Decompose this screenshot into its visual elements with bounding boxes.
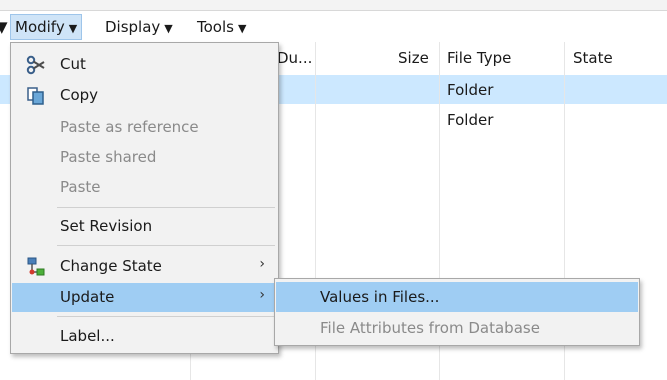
column-header-file-type[interactable]: File Type (447, 49, 511, 67)
window-top-edge (0, 0, 667, 11)
column-header-state[interactable]: State (573, 49, 613, 67)
scissors-icon (26, 55, 45, 75)
menu-item-set-revision[interactable]: Set Revision (12, 212, 277, 241)
submenu-item-values-in-files-label: Values in Files... (320, 288, 440, 306)
menu-modify[interactable]: Modify ▼ (10, 14, 83, 40)
menu-item-paste-as-reference-label: Paste as reference (60, 118, 199, 136)
menu-item-copy[interactable]: Copy (12, 81, 277, 110)
submenu-item-values-in-files[interactable]: Values in Files... (276, 282, 638, 312)
chevron-down-icon: ▼ (237, 22, 247, 35)
menu-item-paste-as-reference: Paste as reference (12, 113, 277, 142)
submenu-item-file-attributes-from-database: File Attributes from Database (276, 313, 638, 343)
menu-item-copy-label: Copy (60, 86, 99, 104)
submenu-item-file-attributes-label: File Attributes from Database (320, 319, 540, 337)
column-header-du[interactable]: Du... (277, 49, 312, 67)
context-menu: Cut Copy Paste as reference Paste shared… (10, 42, 279, 354)
chevron-down-icon: ▼ (164, 22, 173, 35)
menu-item-label-label: Label... (60, 327, 115, 345)
menu-item-set-revision-label: Set Revision (60, 217, 153, 235)
menu-separator (57, 316, 275, 317)
copy-icon (27, 87, 44, 105)
chevron-down-icon: ▼ (68, 22, 78, 35)
menu-item-label[interactable]: Label... (12, 322, 277, 351)
table-cell-file-type: Folder (447, 81, 494, 99)
menu-tools-label: Tools (197, 18, 234, 36)
menu-item-cut-label: Cut (60, 55, 86, 73)
chevron-right-icon: › (259, 256, 265, 272)
menu-item-paste-shared: Paste shared (12, 143, 277, 172)
table-cell-file-type: Folder (447, 111, 494, 129)
update-submenu: Values in Files... File Attributes from … (274, 278, 640, 346)
menu-separator (57, 207, 275, 208)
chevron-right-icon: › (259, 287, 265, 303)
menu-modify-label: Modify (15, 18, 65, 36)
menu-item-change-state[interactable]: Change State › (12, 252, 277, 281)
menubar-leading-caret[interactable]: ▼ (0, 15, 8, 39)
menu-display-label: Display (105, 18, 161, 36)
menu-item-change-state-label: Change State (60, 257, 162, 275)
menu-tools[interactable]: Tools ▼ (197, 15, 246, 39)
column-header-size[interactable]: Size (398, 49, 429, 67)
menu-item-update-label: Update (60, 288, 115, 306)
menu-display[interactable]: Display ▼ (105, 15, 173, 39)
workflow-icon (27, 257, 45, 276)
menu-bar: ▼ Modify ▼ Display ▼ Tools ▼ (0, 11, 667, 41)
menu-item-paste-shared-label: Paste shared (60, 148, 157, 166)
menu-item-paste-label: Paste (60, 178, 101, 196)
menu-item-cut[interactable]: Cut (12, 50, 277, 79)
menu-separator (57, 245, 275, 246)
menu-item-paste: Paste (12, 173, 277, 202)
menu-item-update[interactable]: Update › (12, 283, 277, 312)
